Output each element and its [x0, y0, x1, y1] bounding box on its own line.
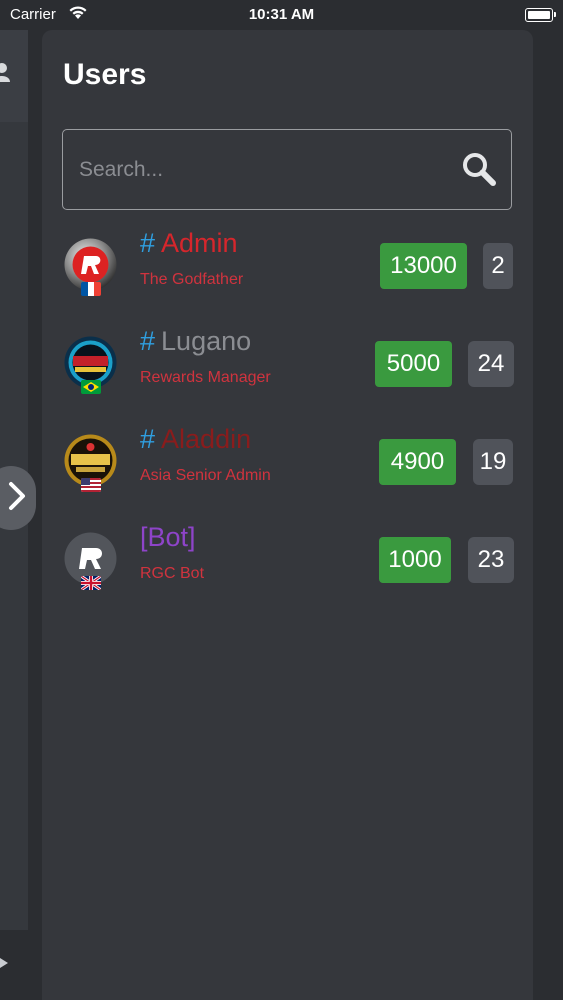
points-badge: 1000 — [379, 537, 451, 583]
points-badge: 13000 — [380, 243, 467, 289]
count-badge: 23 — [468, 537, 514, 583]
flag-icon-brazil — [81, 380, 101, 394]
flag-icon-usa — [81, 478, 101, 492]
users-panel: Users Search... # Admin The Godfather 13… — [42, 30, 533, 1000]
user-role: RGC Bot — [140, 565, 205, 582]
search-icon[interactable] — [461, 151, 497, 192]
search-input[interactable] — [77, 130, 441, 210]
user-name: # Lugano — [140, 326, 251, 357]
user-name: # Aladdin — [140, 424, 251, 455]
points-badge: 4900 — [379, 439, 456, 485]
page-title: Users — [63, 58, 147, 91]
right-edge-panel — [535, 30, 563, 1000]
hash-symbol: # — [140, 228, 156, 258]
list-item[interactable]: # Admin The Godfather 13000 2 — [42, 228, 533, 318]
user-name: [Bot] — [140, 522, 196, 553]
user-role: Rewards Manager — [140, 369, 271, 386]
user-name-text: Lugano — [161, 326, 252, 356]
list-item[interactable]: [Bot] RGC Bot 1000 23 — [42, 522, 533, 612]
count-badge: 2 — [483, 243, 513, 289]
clock-time: 10:31 AM — [248, 6, 315, 23]
status-bar: Carrier 10:31 AM — [0, 0, 563, 30]
chevron-right-icon — [8, 481, 26, 516]
drawer-toggle-button[interactable] — [0, 466, 36, 530]
count-badge: 19 — [473, 439, 513, 485]
flag-icon-france — [81, 282, 101, 296]
play-arrow-icon[interactable] — [0, 958, 8, 968]
list-item[interactable]: # Aladdin Asia Senior Admin 4900 19 — [42, 424, 533, 514]
user-name-text: [Bot] — [140, 522, 196, 552]
list-item[interactable]: # Lugano Rewards Manager 5000 24 — [42, 326, 533, 416]
user-icon[interactable] — [0, 62, 10, 89]
user-role: Asia Senior Admin — [140, 467, 271, 484]
user-name: # Admin — [140, 228, 238, 259]
points-badge: 5000 — [375, 341, 452, 387]
count-badge: 24 — [468, 341, 514, 387]
search-box — [62, 129, 512, 210]
battery-icon — [525, 8, 556, 22]
user-name-text: Admin — [161, 228, 238, 258]
user-name-text: Aladdin — [161, 424, 252, 454]
hash-symbol: # — [140, 424, 156, 454]
hash-symbol: # — [140, 326, 156, 356]
user-role: The Godfather — [140, 271, 244, 288]
flag-icon-uk — [81, 576, 101, 590]
